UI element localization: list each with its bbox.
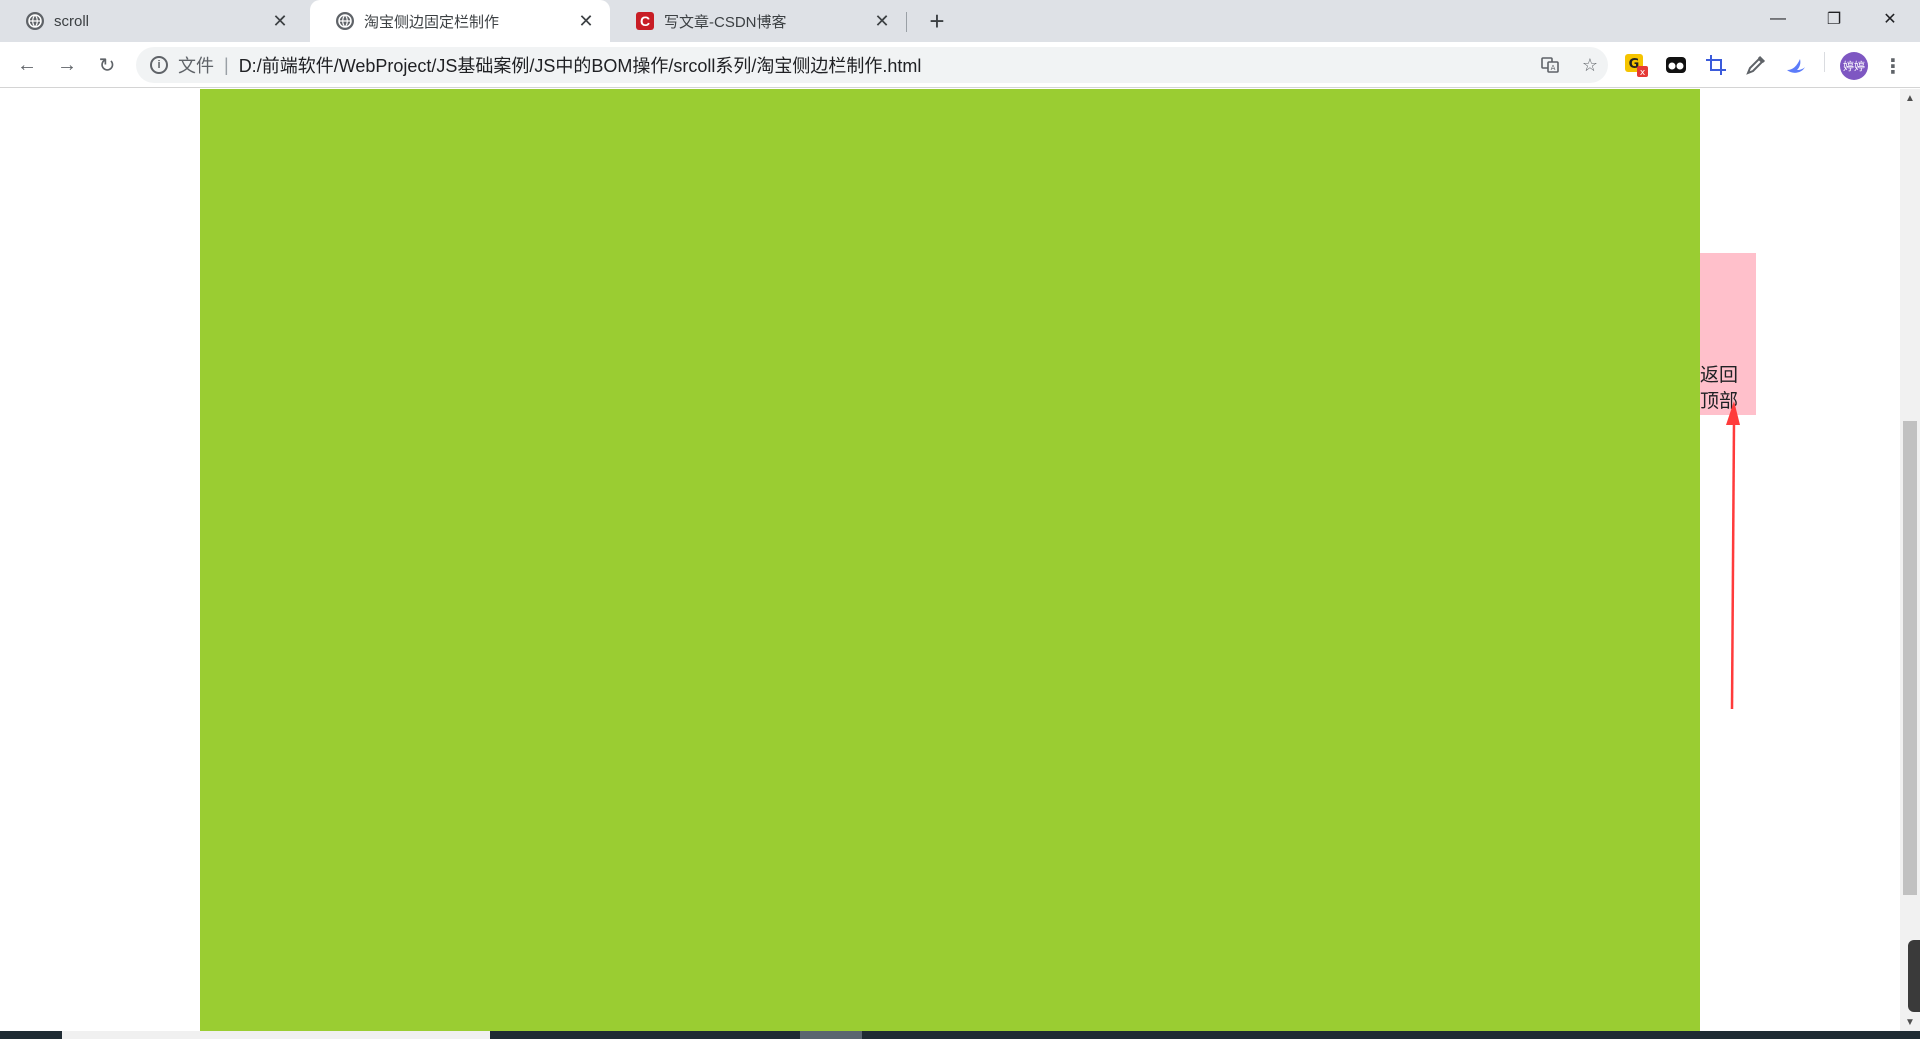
new-tab-button[interactable]: + — [922, 6, 952, 36]
minimize-button[interactable]: — — [1750, 0, 1806, 38]
close-tab-icon[interactable]: ✕ — [872, 11, 892, 31]
extension-crop-icon[interactable] — [1702, 51, 1730, 79]
reload-button[interactable]: ↻ — [90, 48, 124, 82]
more-menu-icon[interactable]: ⋮ — [1880, 52, 1906, 80]
fixed-sidebar[interactable]: 返回 顶部 — [1700, 253, 1756, 415]
browser-toolbar: ← → ↻ i 文件 | D:/前端软件/WebProject/JS基础案例/J… — [0, 42, 1920, 88]
taskbar-item[interactable] — [800, 1031, 862, 1039]
scrollbar-thumb[interactable] — [1903, 421, 1917, 895]
omnibox-actions: A ☆ — [1538, 47, 1602, 83]
close-window-button[interactable]: ✕ — [1862, 0, 1918, 38]
tab-csdn[interactable]: C 写文章-CSDN博客 ✕ — [610, 0, 906, 42]
tab-strip: scroll ✕ 淘宝侧边固定栏制作 ✕ C 写文章-CSDN博客 ✕ + — … — [0, 0, 1920, 42]
tab-separator — [906, 12, 907, 32]
browser-window: scroll ✕ 淘宝侧边固定栏制作 ✕ C 写文章-CSDN博客 ✕ + — … — [0, 0, 1920, 1039]
back-button[interactable]: ← — [10, 48, 44, 82]
scroll-down-arrow-icon[interactable]: ▼ — [1900, 1013, 1920, 1031]
close-tab-icon[interactable]: ✕ — [270, 11, 290, 31]
green-content-block — [200, 89, 1700, 1031]
extension-eyes-icon[interactable] — [1662, 51, 1690, 79]
url-text[interactable]: D:/前端软件/WebProject/JS基础案例/JS中的BOM操作/srco… — [239, 52, 922, 78]
forward-button[interactable]: → — [50, 48, 84, 82]
info-icon[interactable]: i — [150, 56, 168, 74]
extension-g-icon[interactable]: Gx — [1622, 51, 1650, 79]
scheme-separator: | — [224, 54, 229, 75]
globe-icon — [336, 12, 354, 30]
bookmark-star-icon[interactable]: ☆ — [1578, 53, 1602, 77]
os-taskbar — [0, 1031, 1920, 1039]
svg-text:A: A — [1551, 64, 1556, 72]
close-tab-icon[interactable]: ✕ — [576, 11, 596, 31]
go-top-line1: 返回 — [1700, 365, 1739, 386]
scroll-up-arrow-icon[interactable]: ▲ — [1900, 89, 1920, 107]
tab-scroll[interactable]: scroll ✕ — [0, 0, 304, 42]
profile-avatar[interactable]: 婷婷 — [1840, 52, 1868, 80]
red-arrow-annotation — [1726, 401, 1740, 709]
tab-title: 淘宝侧边固定栏制作 — [364, 13, 500, 31]
csdn-icon: C — [636, 12, 654, 30]
translate-icon[interactable]: A — [1538, 53, 1562, 77]
vertical-scrollbar[interactable]: ▲ ▼ — [1900, 89, 1920, 1031]
svg-text:x: x — [1640, 68, 1646, 78]
page-viewport: 返回 顶部 — [0, 89, 1900, 1031]
volume-overlay — [1908, 940, 1920, 1012]
tab-title: scroll — [54, 12, 90, 30]
tab-title: 写文章-CSDN博客 — [664, 13, 787, 31]
taskbar-search[interactable] — [62, 1031, 490, 1039]
address-bar[interactable]: i 文件 | D:/前端软件/WebProject/JS基础案例/JS中的BOM… — [136, 47, 1608, 83]
globe-icon — [26, 12, 44, 30]
restore-button[interactable]: ❐ — [1806, 0, 1862, 38]
tab-taobao-sidebar[interactable]: 淘宝侧边固定栏制作 ✕ — [310, 0, 610, 42]
extension-bird-icon[interactable] — [1782, 51, 1810, 79]
scheme-label: 文件 — [178, 56, 214, 76]
toolbar-separator — [1824, 52, 1825, 72]
extension-eyedropper-icon[interactable] — [1742, 51, 1770, 79]
